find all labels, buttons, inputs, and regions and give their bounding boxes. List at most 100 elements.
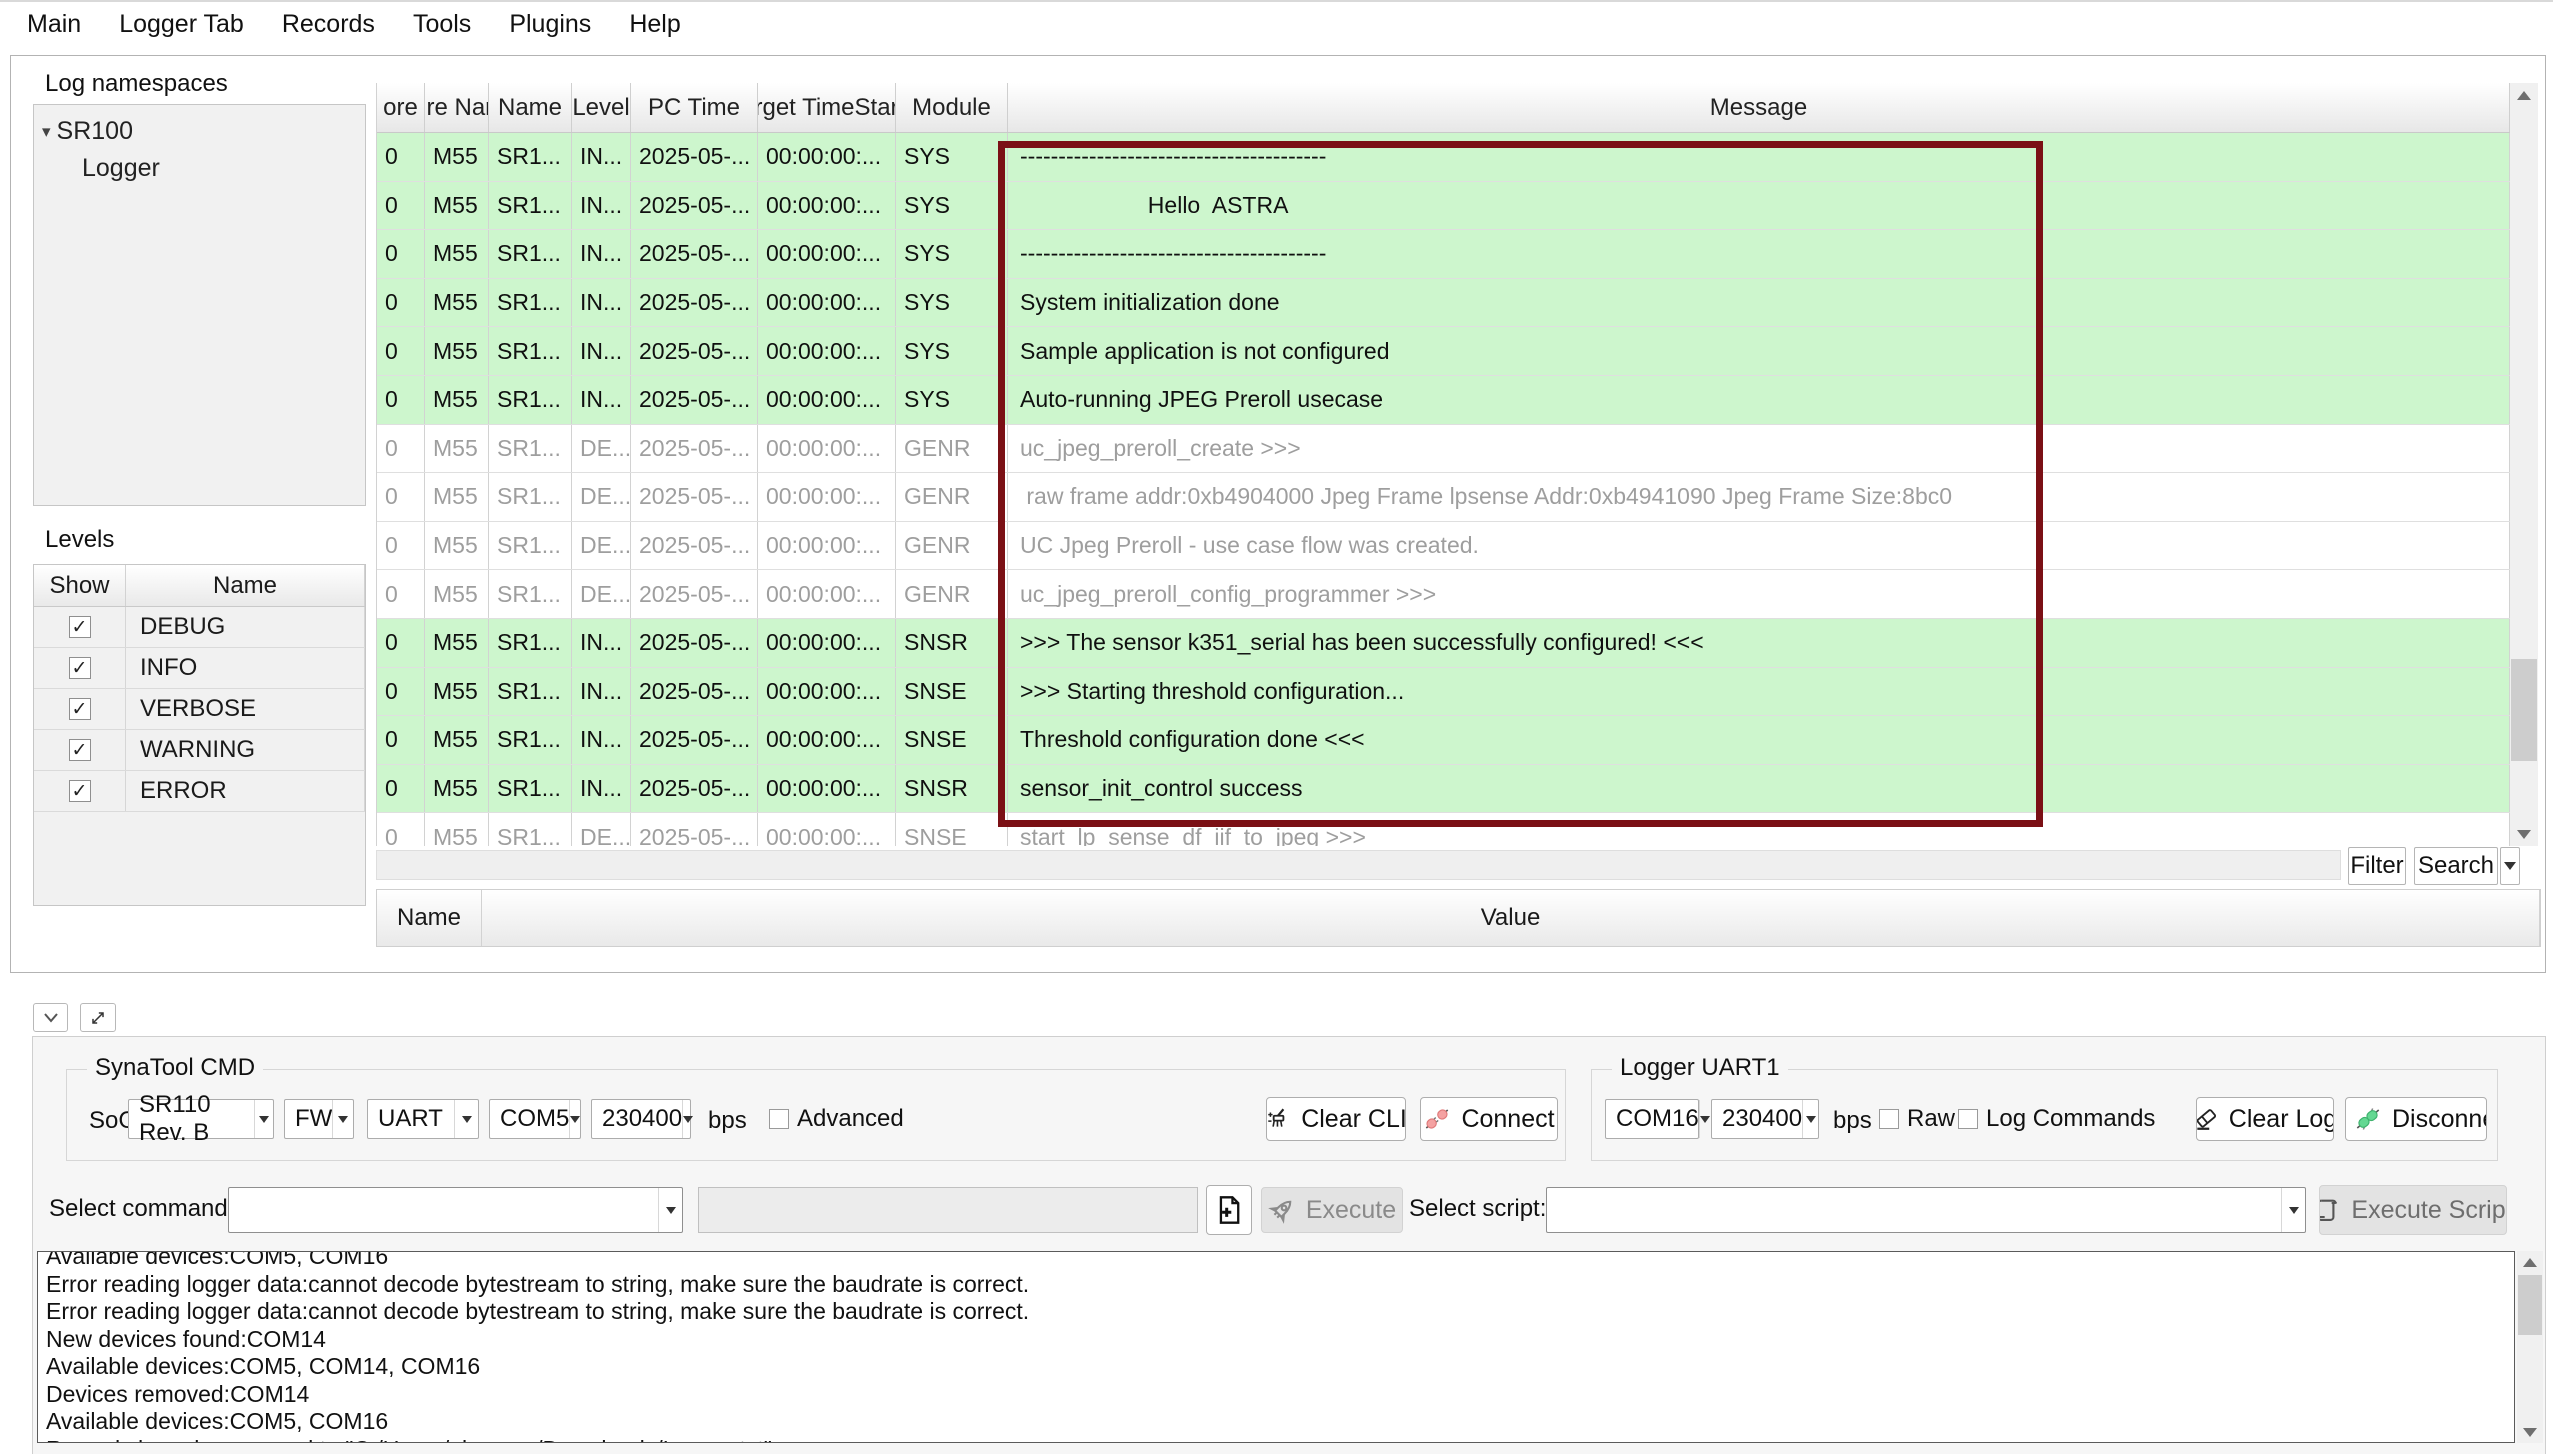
scroll-down-icon[interactable] [2510, 822, 2538, 846]
search-button[interactable]: Search [2414, 847, 2498, 885]
tree-node-logger[interactable]: Logger [34, 154, 365, 183]
command-args-input[interactable] [698, 1187, 1198, 1233]
levels-label: Levels [45, 526, 114, 554]
col-header-core-name[interactable]: Ire Nar [425, 83, 489, 132]
clear-log-button[interactable]: Clear Log [2196, 1097, 2334, 1141]
log-table-horizontal-scrollbar[interactable] [376, 850, 2341, 880]
tree-node-sr100[interactable]: ▾ SR100 [34, 117, 365, 146]
menu-item-tools[interactable]: Tools [394, 10, 490, 39]
level-name: DEBUG [126, 607, 365, 647]
new-command-button[interactable] [1206, 1185, 1252, 1235]
connect-button[interactable]: Connect [1420, 1097, 1558, 1141]
level-checkbox[interactable]: ✓ [69, 698, 91, 720]
cell-module: SYS [896, 182, 1008, 230]
cell-core-name: M55 [425, 473, 489, 521]
col-header-message[interactable]: Message [1008, 83, 2510, 132]
console-scrollbar[interactable] [2517, 1251, 2543, 1443]
table-row[interactable]: 0M55SR1...IN...2025-05-...00:00:00:...SY… [377, 230, 2510, 279]
cell-target-ts: 00:00:00:... [758, 619, 896, 667]
col-header-level[interactable]: Level [572, 83, 631, 132]
logger-baudrate-select[interactable]: 230400 [1711, 1099, 1819, 1139]
search-dropdown-button[interactable] [2500, 847, 2520, 885]
menu-item-records[interactable]: Records [263, 10, 394, 39]
cell-core-name: M55 [425, 376, 489, 424]
scroll-up-icon[interactable] [2510, 83, 2538, 107]
soc-select[interactable]: SR110 Rev. B [128, 1099, 274, 1139]
baudrate-select[interactable]: 230400 [591, 1099, 691, 1139]
execute-button[interactable]: Execute [1261, 1187, 1403, 1233]
cell-core-name: M55 [425, 619, 489, 667]
scroll-up-icon[interactable] [2517, 1251, 2543, 1273]
table-row[interactable]: 0M55SR1...IN...2025-05-...00:00:00:...SY… [377, 182, 2510, 231]
menu-item-logger-tab[interactable]: Logger Tab [100, 10, 263, 39]
scrollbar-thumb[interactable] [2511, 659, 2537, 761]
cell-core-name: M55 [425, 570, 489, 618]
baudrate-value: 230400 [602, 1105, 682, 1133]
cell-name: SR1... [489, 182, 572, 230]
level-checkbox[interactable]: ✓ [69, 616, 91, 638]
filter-button[interactable]: Filter [2348, 847, 2406, 885]
advanced-checkbox[interactable] [769, 1109, 789, 1129]
col-header-core[interactable]: ore [377, 83, 425, 132]
level-checkbox[interactable]: ✓ [69, 739, 91, 761]
col-header-name[interactable]: Name [489, 83, 572, 132]
clear-cli-button[interactable]: Clear CLI [1266, 1097, 1406, 1141]
table-row[interactable]: 0M55SR1...IN...2025-05-...00:00:00:...SN… [377, 765, 2510, 814]
level-checkbox[interactable]: ✓ [69, 657, 91, 679]
menu-item-main[interactable]: Main [8, 10, 100, 39]
col-header-module[interactable]: Module [896, 83, 1008, 132]
console-line: New devices found:COM14 [46, 1326, 2514, 1354]
expand-panel-button[interactable] [80, 1003, 116, 1032]
clear-cli-label: Clear CLI [1301, 1105, 1406, 1134]
port-select[interactable]: COM5 [489, 1099, 581, 1139]
table-row[interactable]: 0M55SR1...DE...2025-05-...00:00:00:...GE… [377, 522, 2510, 571]
interface-select[interactable]: UART [367, 1099, 479, 1139]
cell-message: raw frame addr:0xb4904000 Jpeg Frame lps… [1008, 473, 2510, 521]
table-row[interactable]: 0M55SR1...IN...2025-05-...00:00:00:...SY… [377, 376, 2510, 425]
col-header-pc-time[interactable]: PC Time [631, 83, 758, 132]
table-row[interactable]: 0M55SR1...DE...2025-05-...00:00:00:...GE… [377, 425, 2510, 474]
scroll-down-icon[interactable] [2517, 1421, 2543, 1443]
plug-connected-icon [2354, 1105, 2382, 1133]
cell-target-ts: 00:00:00:... [758, 522, 896, 570]
menu-item-help[interactable]: Help [610, 10, 699, 39]
collapse-panel-button[interactable] [33, 1003, 68, 1032]
console-line: Available devices:COM5, COM14, COM16 [46, 1353, 2514, 1381]
cell-module: GENR [896, 570, 1008, 618]
console-output[interactable]: Available devices:COM5, COM16Error readi… [37, 1251, 2515, 1443]
cell-target-ts: 00:00:00:... [758, 425, 896, 473]
log-table-vertical-scrollbar[interactable] [2510, 83, 2538, 846]
table-row[interactable]: 0M55SR1...IN...2025-05-...00:00:00:...SY… [377, 279, 2510, 328]
table-row[interactable]: 0M55SR1...DE...2025-05-...00:00:00:...GE… [377, 473, 2510, 522]
disconnect-button[interactable]: Disconnect [2345, 1097, 2487, 1141]
level-checkbox[interactable]: ✓ [69, 780, 91, 802]
log-commands-checkbox[interactable] [1958, 1109, 1978, 1129]
cell-level: IN... [572, 327, 631, 375]
table-row[interactable]: 0M55SR1...DE...2025-05-...00:00:00:...GE… [377, 570, 2510, 619]
cell-message: uc_jpeg_preroll_create >>> [1008, 425, 2510, 473]
command-select[interactable] [228, 1187, 683, 1233]
scrollbar-thumb[interactable] [2518, 1275, 2542, 1335]
table-row[interactable]: 0M55SR1...IN...2025-05-...00:00:00:...SY… [377, 133, 2510, 182]
chevron-down-icon [454, 1100, 478, 1138]
cell-name: SR1... [489, 522, 572, 570]
raw-checkbox[interactable] [1879, 1109, 1899, 1129]
execute-script-button[interactable]: Execute Script [2319, 1185, 2507, 1235]
cell-name: SR1... [489, 425, 572, 473]
cell-name: SR1... [489, 813, 572, 846]
fw-select[interactable]: FW [284, 1099, 354, 1139]
menu-item-plugins[interactable]: Plugins [490, 10, 610, 39]
table-row[interactable]: 0M55SR1...IN...2025-05-...00:00:00:...SN… [377, 619, 2510, 668]
table-row[interactable]: 0M55SR1...IN...2025-05-...00:00:00:...SY… [377, 327, 2510, 376]
level-show-cell: ✓ [34, 648, 126, 688]
table-row[interactable]: 0M55SR1...IN...2025-05-...00:00:00:...SN… [377, 668, 2510, 717]
port-value: COM5 [500, 1105, 569, 1133]
cell-core: 0 [377, 716, 425, 764]
table-row[interactable]: 0M55SR1...IN...2025-05-...00:00:00:...SN… [377, 716, 2510, 765]
table-row[interactable]: 0M55SR1...DE...2025-05-...00:00:00:...SN… [377, 813, 2510, 846]
col-header-target-timestamp[interactable]: rget TimeStar [758, 83, 896, 132]
script-select[interactable] [1546, 1187, 2306, 1233]
tree-expander-icon[interactable]: ▾ [42, 122, 51, 142]
cell-level: IN... [572, 765, 631, 813]
logger-port-select[interactable]: COM16 [1605, 1099, 1699, 1139]
